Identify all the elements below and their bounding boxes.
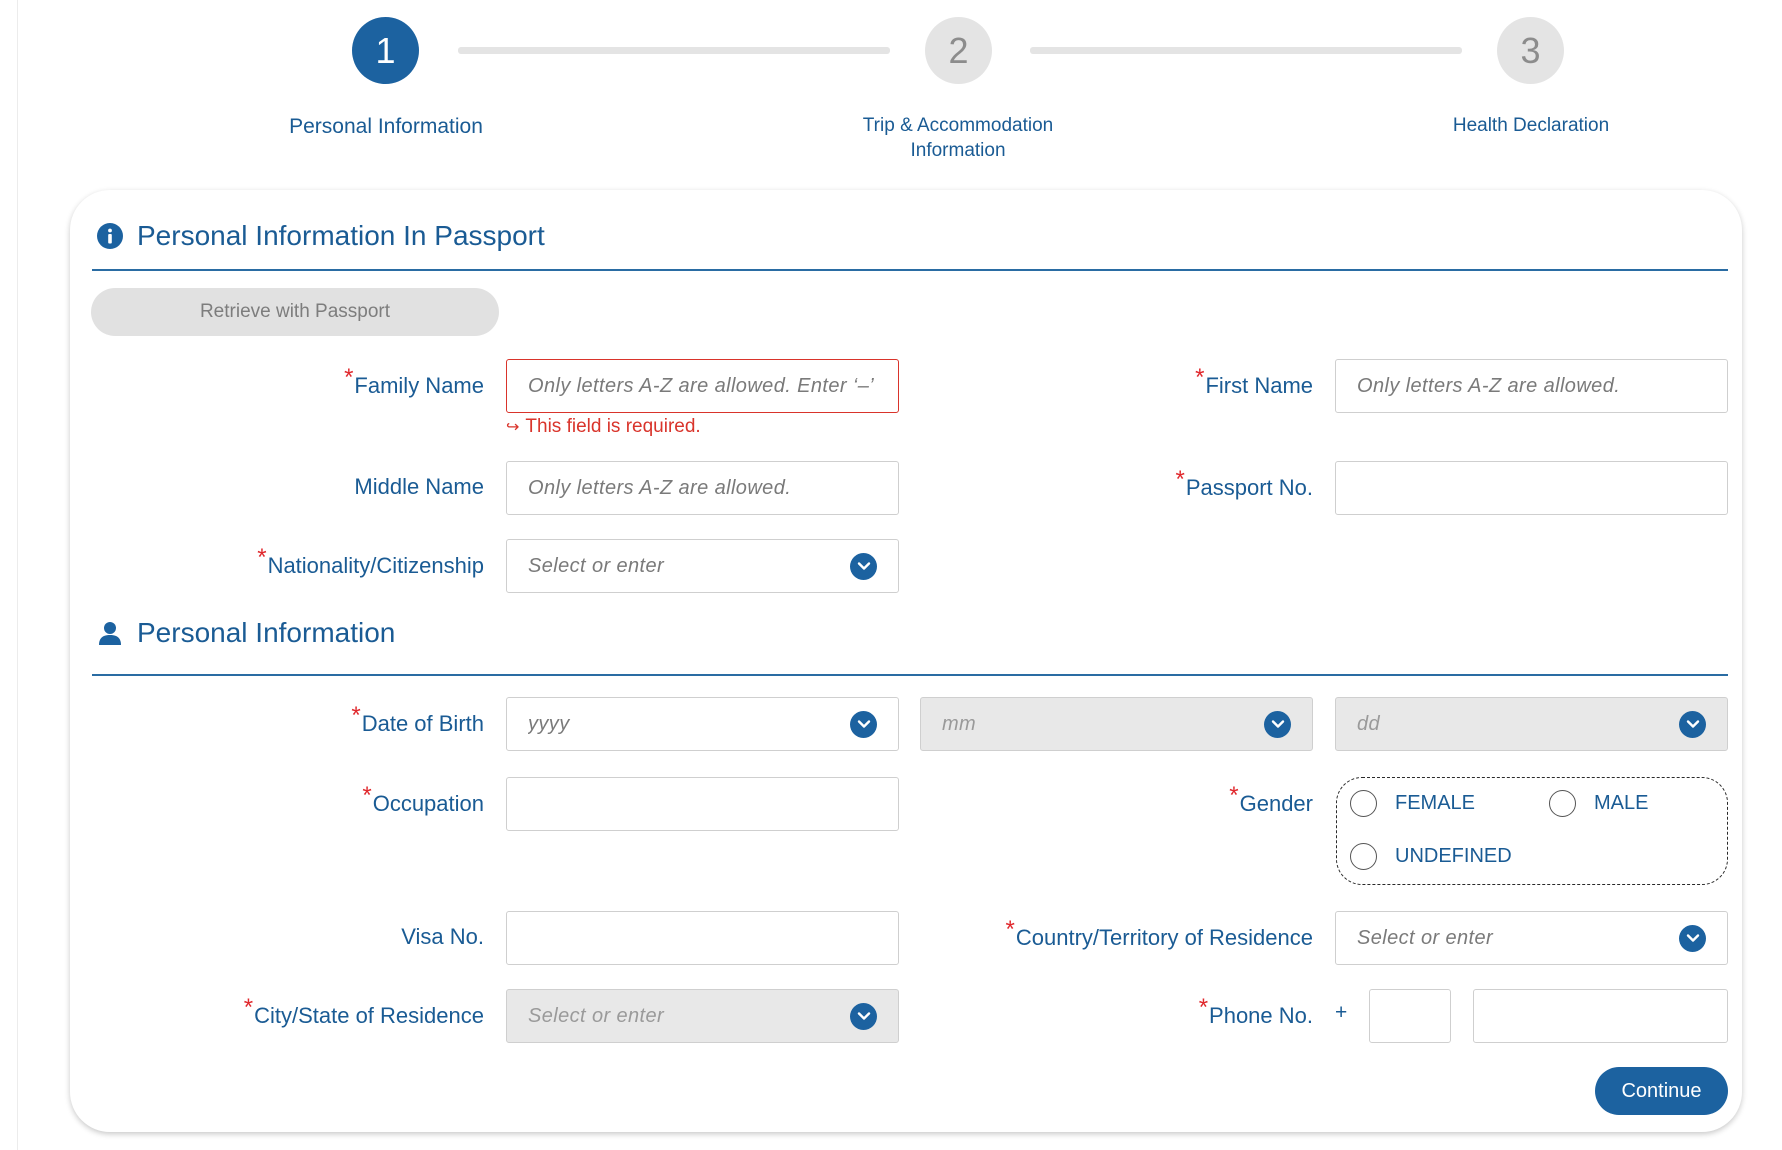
continue-button[interactable]: Continue xyxy=(1595,1067,1728,1115)
info-icon xyxy=(97,223,123,249)
gender-label-text: Gender xyxy=(1239,791,1313,816)
occupation-input[interactable] xyxy=(506,777,899,831)
step-2-label-line-2: Information xyxy=(910,140,1006,161)
middle-name-label: Middle Name xyxy=(354,474,484,500)
step-1-label: Personal Information xyxy=(289,115,483,138)
step-2-label: Trip & Accommodation Information xyxy=(808,113,1108,163)
nationality-label: *Nationality/Citizenship xyxy=(257,544,484,580)
visa-no-input[interactable] xyxy=(506,911,899,965)
passport-section-title-text: Personal Information In Passport xyxy=(137,220,545,251)
city-residence-placeholder: Select or enter xyxy=(528,1004,665,1027)
personal-section-title: Personal Information xyxy=(97,617,395,649)
middle-name-placeholder: Only letters A-Z are allowed. xyxy=(528,476,792,499)
personal-section-divider xyxy=(92,674,1728,676)
required-asterisk: * xyxy=(1229,782,1239,809)
nationality-select[interactable]: Select or enter xyxy=(506,539,899,593)
visa-no-label: Visa No. xyxy=(401,924,484,950)
phone-country-code-input[interactable] xyxy=(1369,989,1451,1043)
gender-male-radio[interactable]: MALE xyxy=(1549,790,1648,817)
dob-day-placeholder: dd xyxy=(1357,712,1381,735)
chevron-down-icon[interactable] xyxy=(1679,710,1706,738)
first-name-label: *First Name xyxy=(1195,364,1313,400)
first-name-input[interactable]: Only letters A-Z are allowed. xyxy=(1335,359,1728,413)
step-connector-1 xyxy=(458,47,890,54)
passport-section-divider xyxy=(92,269,1728,271)
dob-label: *Date of Birth xyxy=(351,702,484,738)
personal-section-title-text: Personal Information xyxy=(137,617,396,648)
country-residence-select[interactable]: Select or enter xyxy=(1335,911,1728,965)
gender-female-radio[interactable]: FEMALE xyxy=(1350,790,1475,817)
phone-plus-prefix: + xyxy=(1335,1001,1348,1024)
nationality-label-text: Nationality/Citizenship xyxy=(267,553,484,578)
required-asterisk: * xyxy=(344,364,354,391)
required-asterisk: * xyxy=(351,702,361,729)
step-2-label-line-1: Trip & Accommodation xyxy=(862,115,1054,136)
phone-number-input[interactable] xyxy=(1473,989,1728,1043)
gender-undefined-radio[interactable]: UNDEFINED xyxy=(1350,843,1512,870)
progress-stepper: 1 2 3 Personal Information Trip & Accomm… xyxy=(0,0,1782,170)
passport-section-title: Personal Information In Passport xyxy=(97,220,545,252)
country-residence-label: *Country/Territory of Residence xyxy=(1006,916,1313,952)
gender-label: *Gender xyxy=(1229,782,1313,818)
family-name-placeholder: Only letters A-Z are allowed. Enter ‘–’ xyxy=(528,374,875,397)
required-asterisk: * xyxy=(243,994,254,1021)
person-icon xyxy=(97,620,123,646)
city-residence-label: *City/State of Residence xyxy=(244,994,484,1030)
dob-year-select[interactable]: yyyy xyxy=(506,697,899,751)
step-2-circle[interactable]: 2 xyxy=(925,17,992,84)
passport-no-label: *Passport No. xyxy=(1175,466,1313,502)
family-name-input[interactable]: Only letters A-Z are allowed. Enter ‘–’ xyxy=(506,359,899,413)
page-left-border xyxy=(17,0,18,1150)
nationality-placeholder: Select or enter xyxy=(528,554,665,577)
visa-no-label-text: Visa No. xyxy=(401,924,484,949)
required-asterisk: * xyxy=(362,782,372,809)
occupation-label-text: Occupation xyxy=(372,791,484,816)
first-name-label-text: First Name xyxy=(1205,373,1313,398)
required-asterisk: * xyxy=(1198,994,1209,1021)
city-residence-label-text: City/State of Residence xyxy=(254,1003,484,1028)
required-asterisk: * xyxy=(1005,916,1015,943)
first-name-placeholder: Only letters A-Z are allowed. xyxy=(1357,374,1621,397)
chevron-down-icon[interactable] xyxy=(1679,924,1706,952)
radio-circle[interactable] xyxy=(1350,843,1377,870)
chevron-down-icon[interactable] xyxy=(1264,710,1291,738)
middle-name-input[interactable]: Only letters A-Z are allowed. xyxy=(506,461,899,515)
phone-no-label-text: Phone No. xyxy=(1209,1003,1313,1028)
passport-no-label-text: Passport No. xyxy=(1185,475,1313,500)
required-asterisk: * xyxy=(1175,466,1185,493)
required-asterisk: * xyxy=(1195,364,1205,391)
gender-female-label: FEMALE xyxy=(1395,792,1476,814)
dob-month-placeholder: mm xyxy=(942,712,977,735)
required-asterisk: * xyxy=(257,544,267,571)
retrieve-with-passport-button[interactable]: Retrieve with Passport xyxy=(91,288,499,336)
family-name-label-text: Family Name xyxy=(354,373,484,398)
family-name-error-text: This field is required. xyxy=(525,416,701,437)
dob-label-text: Date of Birth xyxy=(361,711,484,736)
error-arrow-icon: ↪ xyxy=(506,419,520,436)
gender-undefined-label: UNDEFINED xyxy=(1395,845,1512,867)
radio-circle[interactable] xyxy=(1549,790,1576,817)
country-residence-placeholder: Select or enter xyxy=(1357,926,1494,949)
passport-no-input[interactable] xyxy=(1335,461,1728,515)
middle-name-label-text: Middle Name xyxy=(354,474,484,499)
city-residence-select[interactable]: Select or enter xyxy=(506,989,899,1043)
step-connector-2 xyxy=(1030,47,1462,54)
step-1-circle[interactable]: 1 xyxy=(352,17,419,84)
chevron-down-icon[interactable] xyxy=(850,552,877,580)
dob-month-select[interactable]: mm xyxy=(920,697,1313,751)
chevron-down-icon[interactable] xyxy=(850,1002,877,1030)
country-residence-label-text: Country/Territory of Residence xyxy=(1015,925,1313,950)
gender-male-label: MALE xyxy=(1594,792,1649,814)
step-3-circle[interactable]: 3 xyxy=(1497,17,1564,84)
chevron-down-icon[interactable] xyxy=(850,710,877,738)
radio-circle[interactable] xyxy=(1350,790,1377,817)
phone-no-label: *Phone No. xyxy=(1199,994,1313,1030)
family-name-label: *Family Name xyxy=(344,364,484,400)
occupation-label: *Occupation xyxy=(362,782,484,818)
family-name-error: ↪ This field is required. xyxy=(506,416,701,438)
dob-day-select[interactable]: dd xyxy=(1335,697,1728,751)
dob-year-placeholder: yyyy xyxy=(528,712,570,735)
step-3-label: Health Declaration xyxy=(1452,115,1610,136)
